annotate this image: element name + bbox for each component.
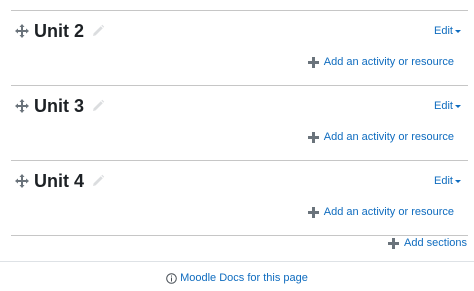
add-activity-link[interactable]: Add an activity or resource — [307, 206, 454, 218]
course-section: Unit 4 Edit Add an activity or resource — [11, 160, 468, 236]
edit-menu[interactable]: Edit — [434, 175, 461, 187]
section-title[interactable]: Unit 4 — [34, 169, 84, 193]
edit-label: Edit — [434, 175, 453, 187]
add-activity-label: Add an activity or resource — [323, 131, 454, 143]
moodle-docs-label: Moodle Docs for this page — [180, 272, 308, 284]
plus-icon — [388, 237, 400, 249]
section-title[interactable]: Unit 3 — [34, 94, 84, 118]
pencil-icon[interactable] — [91, 24, 105, 38]
caret-down-icon — [455, 179, 461, 183]
move-icon[interactable] — [15, 99, 29, 113]
pencil-icon[interactable] — [91, 174, 105, 188]
footer-divider — [0, 261, 474, 262]
edit-label: Edit — [434, 100, 453, 112]
course-page: Unit 2 Edit Add an activity or resource … — [0, 0, 474, 291]
add-sections-label: Add sections — [404, 237, 467, 249]
add-activity-link[interactable]: Add an activity or resource — [307, 56, 454, 68]
edit-menu[interactable]: Edit — [434, 25, 461, 37]
section-header: Unit 4 — [11, 169, 105, 193]
add-activity-label: Add an activity or resource — [323, 56, 454, 68]
section-header: Unit 2 — [11, 19, 105, 43]
add-activity-label: Add an activity or resource — [323, 206, 454, 218]
edit-label: Edit — [434, 25, 453, 37]
add-activity-link[interactable]: Add an activity or resource — [307, 131, 454, 143]
move-icon[interactable] — [15, 174, 29, 188]
pencil-icon[interactable] — [91, 99, 105, 113]
plus-icon — [307, 206, 319, 218]
section-title[interactable]: Unit 2 — [34, 19, 84, 43]
section-header: Unit 3 — [11, 94, 105, 118]
move-icon[interactable] — [15, 24, 29, 38]
edit-menu[interactable]: Edit — [434, 100, 461, 112]
info-icon — [166, 272, 177, 284]
caret-down-icon — [455, 29, 461, 33]
course-section: Unit 3 Edit Add an activity or resource — [11, 85, 468, 161]
plus-icon — [307, 131, 319, 143]
plus-icon — [307, 56, 319, 68]
course-section: Unit 2 Edit Add an activity or resource — [11, 10, 468, 86]
moodle-docs-link[interactable]: Moodle Docs for this page — [0, 272, 474, 284]
caret-down-icon — [455, 104, 461, 108]
add-sections-link[interactable]: Add sections — [388, 237, 467, 249]
